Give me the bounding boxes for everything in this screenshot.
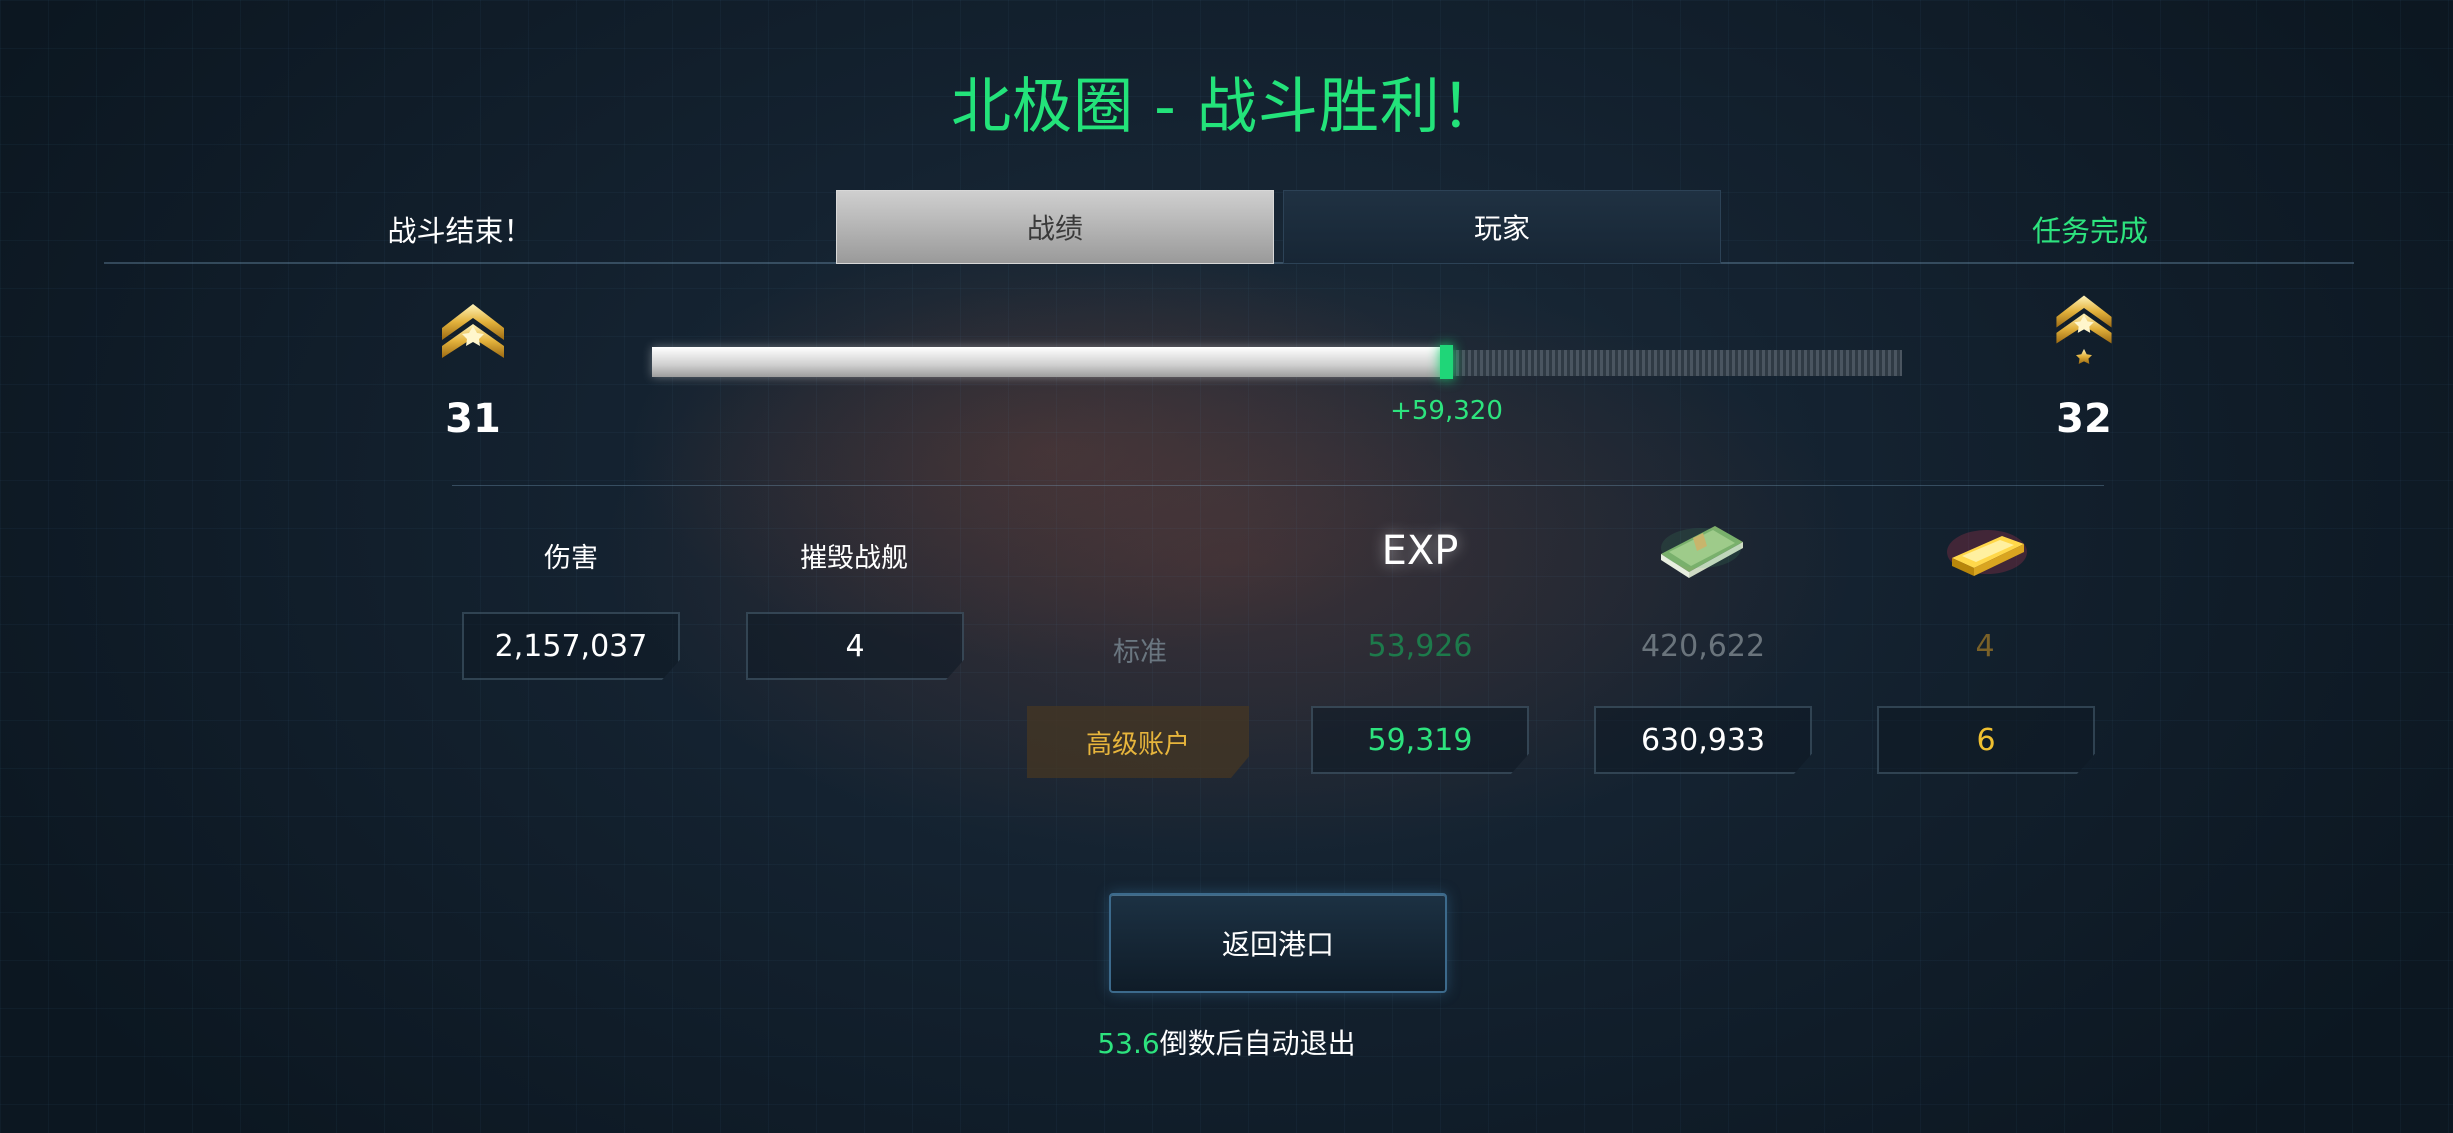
next-rank-number: 32 — [2056, 396, 2112, 442]
exp-header: EXP — [1381, 528, 1459, 574]
standard-credits-value: 420,622 — [1640, 629, 1766, 664]
battle-result-title: 北极圈 - 战斗胜利！ — [951, 72, 1502, 142]
countdown-text: 倒数后自动退出 — [1159, 1027, 1356, 1060]
auto-exit-countdown: 53.6倒数后自动退出 — [0, 1022, 2453, 1062]
current-rank-number: 31 — [445, 396, 501, 442]
rank-progress-fill — [652, 347, 1440, 377]
premium-gold-box: 6 — [1877, 706, 2095, 774]
standard-gold-value: 4 — [1975, 629, 1995, 664]
premium-credits-value: 630,933 — [1640, 722, 1766, 758]
ships-destroyed-value: 4 — [845, 628, 865, 664]
return-to-port-button[interactable]: 返回港口 — [1109, 893, 1447, 993]
premium-credits-box: 630,933 — [1594, 706, 1812, 774]
tab-players-label: 玩家 — [1473, 212, 1530, 245]
tab-battle-record[interactable]: 战绩 — [836, 190, 1274, 264]
mission-complete-label: 任务完成 — [2031, 214, 2148, 248]
tab-players[interactable]: 玩家 — [1283, 190, 1721, 264]
return-to-port-label: 返回港口 — [1221, 928, 1334, 961]
premium-account-text: 高级账户 — [1085, 729, 1190, 760]
rank-chevron-icon — [442, 304, 504, 358]
damage-value: 2,157,037 — [494, 628, 648, 664]
countdown-seconds: 53.6 — [1097, 1027, 1160, 1060]
premium-exp-value: 59,319 — [1367, 722, 1473, 758]
damage-label: 伤害 — [544, 543, 598, 574]
gold-bar-icon — [1947, 530, 2027, 576]
rank-progress-gain-marker — [1440, 345, 1453, 379]
premium-account-label: 高级账户 — [1027, 706, 1249, 778]
next-rank-chevron-icon — [2056, 295, 2112, 364]
tab-battle-record-label: 战绩 — [1026, 212, 1083, 245]
premium-gold-value: 6 — [1976, 722, 1996, 758]
premium-exp-box: 59,319 — [1311, 706, 1529, 774]
ships-destroyed-label: 摧毁战舰 — [800, 543, 908, 574]
battle-over-label: 战斗结束！ — [387, 214, 533, 248]
ships-destroyed-value-box: 4 — [746, 612, 964, 680]
money-stack-icon — [1661, 526, 1743, 578]
standard-label: 标准 — [1113, 637, 1167, 668]
damage-value-box: 2,157,037 — [462, 612, 680, 680]
stats-divider — [452, 485, 2104, 486]
standard-exp-value: 53,926 — [1367, 629, 1473, 664]
exp-gain-label: +59,320 — [1390, 396, 1503, 426]
